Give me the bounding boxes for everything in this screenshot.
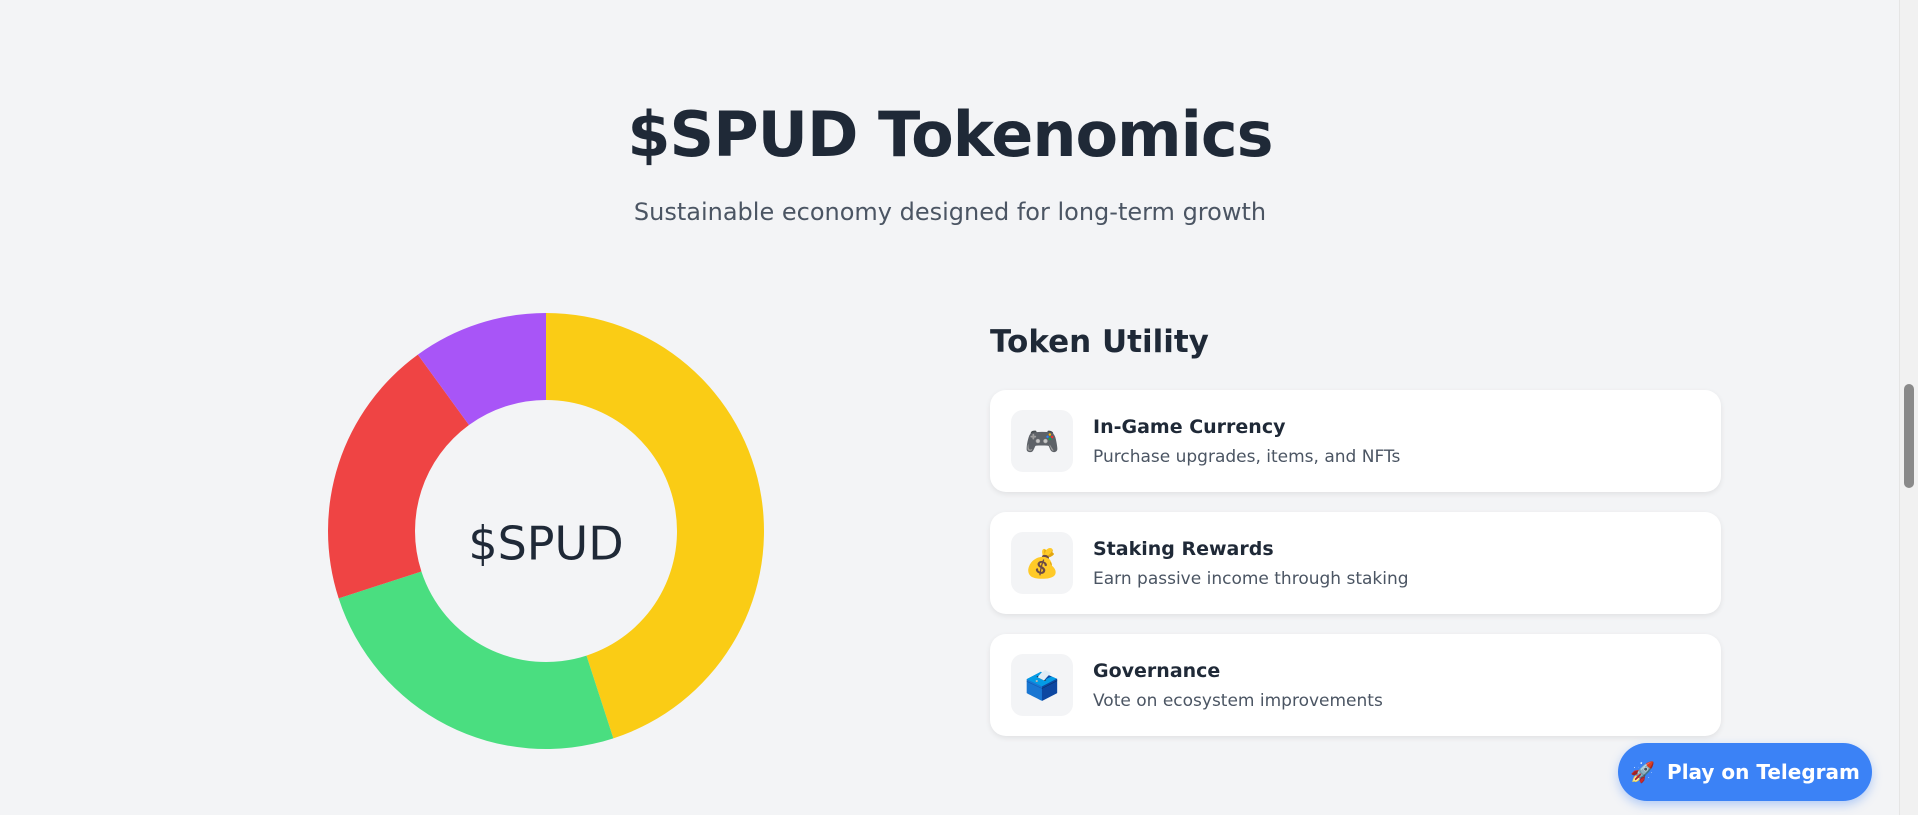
donut-svg: $SPUD: [328, 313, 764, 749]
utility-card-governance: 🗳️ Governance Vote on ecosystem improvem…: [990, 634, 1721, 736]
utility-card-staking-rewards: 💰 Staking Rewards Earn passive income th…: [990, 512, 1721, 614]
game-controller-icon: 🎮: [1011, 410, 1073, 472]
chart-center-label: $SPUD: [468, 517, 623, 571]
page-scrollbar[interactable]: [1899, 0, 1918, 815]
utility-card-description: Vote on ecosystem improvements: [1093, 691, 1383, 711]
utility-card-in-game-currency: 🎮 In-Game Currency Purchase upgrades, it…: [990, 390, 1721, 492]
utility-card-description: Purchase upgrades, items, and NFTs: [1093, 447, 1401, 467]
utility-card-title: Staking Rewards: [1093, 538, 1274, 560]
play-on-telegram-label: Play on Telegram: [1667, 760, 1860, 784]
money-bag-icon: 💰: [1011, 532, 1073, 594]
utility-card-title: Governance: [1093, 660, 1221, 682]
token-utility-section: Token Utility 🎮 In-Game Currency Purchas…: [990, 322, 1721, 756]
utility-card-title: In-Game Currency: [1093, 416, 1286, 438]
utility-card-description: Earn passive income through staking: [1093, 569, 1409, 589]
rocket-icon: 🚀: [1630, 760, 1656, 784]
tokenomics-donut-chart: $SPUD: [326, 311, 766, 751]
page-subtitle: Sustainable economy designed for long-te…: [633, 198, 1267, 226]
token-utility-title: Token Utility: [990, 324, 1209, 360]
donut-segment-2: [338, 571, 614, 749]
scrollbar-thumb[interactable]: [1904, 384, 1914, 488]
ballot-box-icon: 🗳️: [1011, 654, 1073, 716]
play-on-telegram-button[interactable]: 🚀 Play on Telegram: [1618, 743, 1872, 801]
page: $SPUD Tokenomics Sustainable economy des…: [0, 0, 1918, 815]
page-title: $SPUD Tokenomics: [627, 98, 1273, 171]
